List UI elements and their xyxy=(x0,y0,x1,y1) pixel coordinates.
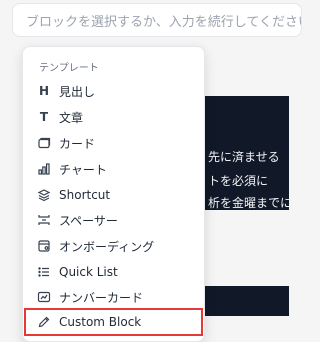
menu-item-label: Shortcut xyxy=(59,188,111,202)
menu-item-text[interactable]: T 文章 xyxy=(24,105,203,129)
menu-header: テンプレート xyxy=(39,63,99,74)
menu-item-spacer[interactable]: スペーサー xyxy=(24,208,203,232)
menu-item-heading[interactable]: H 見出し xyxy=(24,79,203,103)
menu-item-shortcut[interactable]: Shortcut xyxy=(24,183,203,207)
menu-item-label: オンボーディング xyxy=(59,239,155,254)
background-dark-card: 先に済ませる トを必須に 析を金曜までに xyxy=(196,96,293,210)
menu-item-onboarding[interactable]: オンボーディング xyxy=(24,234,203,258)
card-icon xyxy=(37,136,51,150)
menu-item-label: Custom Block xyxy=(59,315,142,329)
menu-item-label: Quick List xyxy=(59,265,118,279)
block-input-placeholder: ブロックを選択するか、入力を続行してください xyxy=(26,14,302,30)
onboarding-icon xyxy=(37,239,51,253)
card-text-line: 先に済ませる xyxy=(208,150,280,164)
pencil-icon xyxy=(37,315,51,329)
menu-item-chart[interactable]: チャート xyxy=(24,157,203,181)
block-input[interactable]: ブロックを選択するか、入力を続行してください xyxy=(12,3,302,37)
menu-item-label: 文章 xyxy=(59,110,84,125)
background-dark-card-2 xyxy=(196,286,289,316)
menu-item-label: スペーサー xyxy=(59,213,118,228)
bar-chart-icon xyxy=(37,162,51,176)
number-card-icon xyxy=(37,290,51,304)
menu-item-quick-list[interactable]: Quick List xyxy=(24,260,203,284)
menu-item-number-card[interactable]: ナンバーカード xyxy=(24,285,203,309)
list-icon xyxy=(37,265,51,279)
menu-item-label: カード xyxy=(59,136,96,151)
card-text-line: トを必須に xyxy=(208,174,269,188)
menu-item-label: 見出し xyxy=(59,84,96,99)
text-icon: T xyxy=(39,110,49,124)
spacer-icon xyxy=(37,213,51,227)
block-template-menu: テンプレート H 見出し T 文章 カード チャート Shortcut スペーサ… xyxy=(22,46,205,342)
menu-item-custom-block[interactable]: Custom Block xyxy=(24,308,203,336)
menu-item-label: チャート xyxy=(59,162,107,177)
card-text-line: 析を金曜までに xyxy=(208,196,293,210)
heading-icon: H xyxy=(38,84,50,98)
menu-item-label: ナンバーカード xyxy=(59,290,144,305)
shortcut-icon xyxy=(37,188,51,202)
menu-item-card[interactable]: カード xyxy=(24,131,203,155)
